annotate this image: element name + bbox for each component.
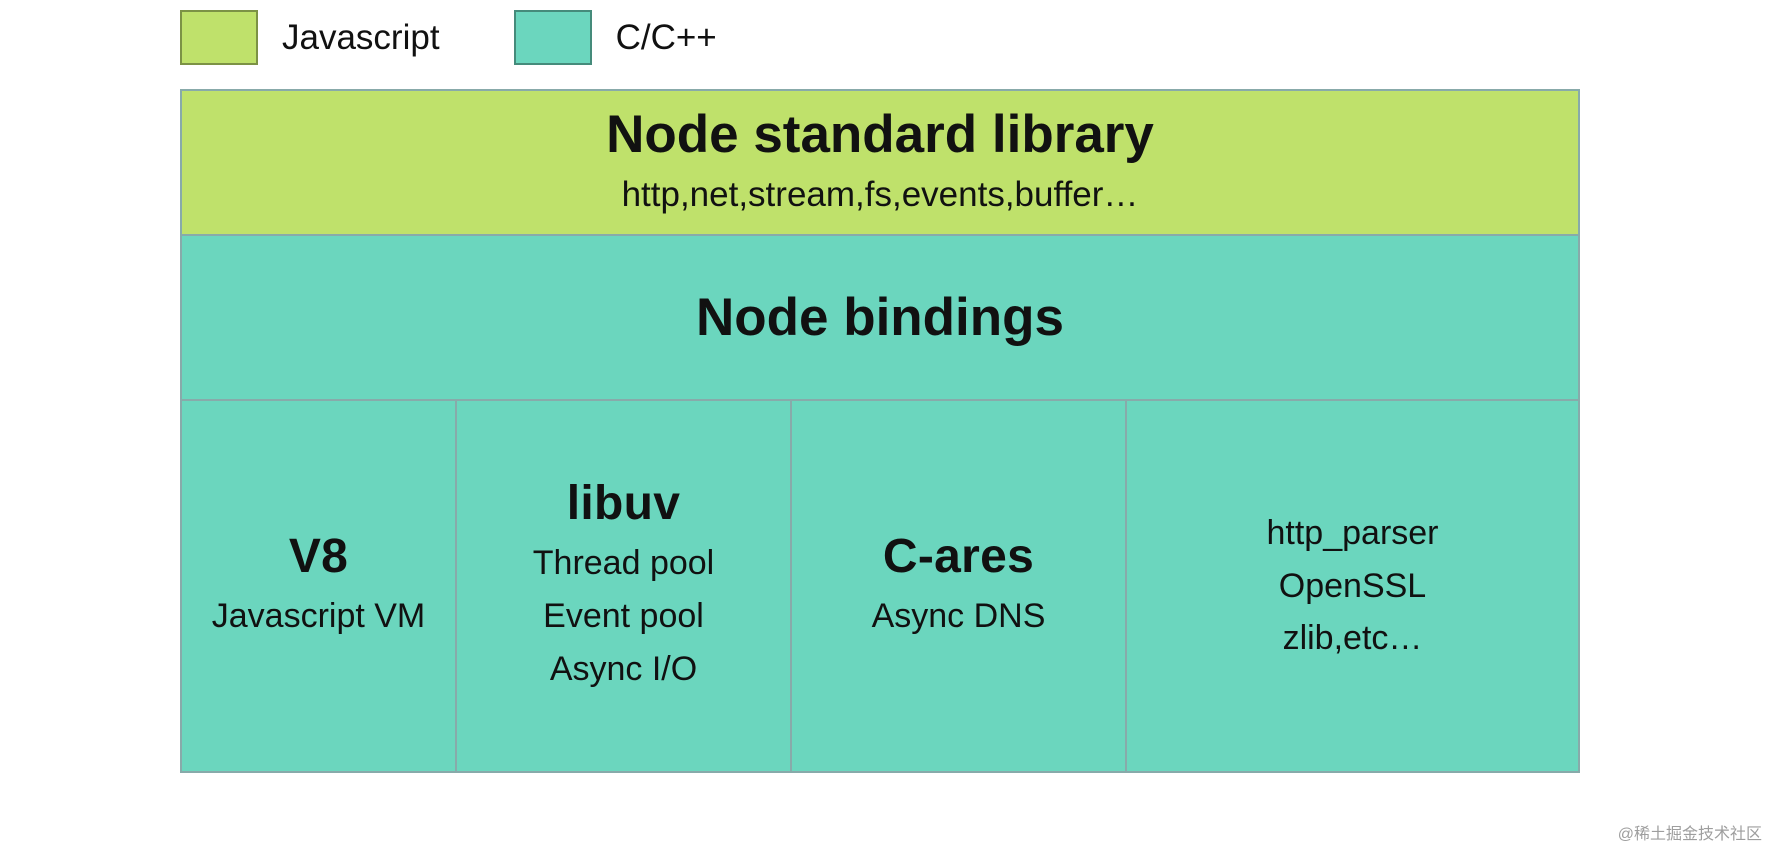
legend-label-ccpp: C/C++ (616, 18, 717, 58)
layer-bindings: Node bindings (182, 236, 1578, 401)
cares-lines: Async DNS (872, 590, 1046, 643)
stdlib-subtitle: http,net,stream,fs,events,buffer… (182, 169, 1578, 222)
legend: Javascript C/C++ (0, 0, 1768, 65)
legend-swatch-ccpp (514, 10, 592, 65)
libuv-line-0: Thread pool (533, 537, 714, 590)
cell-libuv: libuv Thread pool Event pool Async I/O (457, 401, 792, 771)
stdlib-title: Node standard library (182, 104, 1578, 165)
watermark: @稀土掘金技术社区 (1618, 820, 1762, 844)
cares-line-0: Async DNS (872, 590, 1046, 643)
layer-bottom: V8 Javascript VM libuv Thread pool Event… (182, 401, 1578, 771)
v8-lines: Javascript VM (212, 590, 426, 643)
libuv-title: libuv (567, 476, 681, 531)
misc-lines: http_parser OpenSSL zlib,etc… (1267, 507, 1439, 665)
cell-v8: V8 Javascript VM (182, 401, 457, 771)
misc-line-2: zlib,etc… (1267, 612, 1439, 665)
misc-line-0: http_parser (1267, 507, 1439, 560)
legend-label-javascript: Javascript (282, 18, 440, 58)
v8-line-0: Javascript VM (212, 590, 426, 643)
legend-swatch-javascript (180, 10, 258, 65)
layer-stdlib: Node standard library http,net,stream,fs… (182, 91, 1578, 236)
architecture-stack: Node standard library http,net,stream,fs… (180, 89, 1580, 773)
cares-title: C-ares (883, 529, 1034, 584)
cell-misc: http_parser OpenSSL zlib,etc… (1127, 401, 1578, 771)
bindings-title: Node bindings (182, 287, 1578, 348)
v8-title: V8 (289, 529, 348, 584)
libuv-lines: Thread pool Event pool Async I/O (533, 537, 714, 695)
libuv-line-2: Async I/O (533, 643, 714, 696)
libuv-line-1: Event pool (533, 590, 714, 643)
cell-cares: C-ares Async DNS (792, 401, 1127, 771)
misc-line-1: OpenSSL (1267, 560, 1439, 613)
